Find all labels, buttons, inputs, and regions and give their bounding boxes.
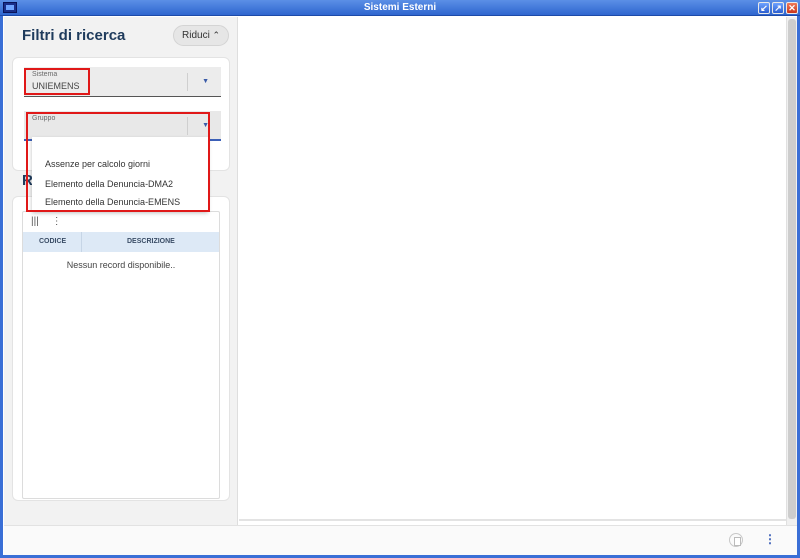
window-title: Sistemi Esterni [363, 2, 437, 13]
collapse-label: Riduci [182, 30, 210, 41]
vertical-scrollbar[interactable] [786, 17, 797, 525]
grid-toolbar: ||| ⋮ [31, 216, 72, 227]
column-header-descrizione[interactable]: DESCRIZIONE [127, 238, 175, 245]
document-icon[interactable] [729, 533, 743, 547]
content-divider [239, 519, 786, 521]
select-separator [187, 73, 188, 91]
highlight-box-gruppo [26, 112, 210, 212]
collapse-button[interactable]: Riduci ⌃ [173, 25, 229, 46]
columns-icon[interactable]: ||| [31, 216, 39, 227]
minimize-icon[interactable]: ↙ [758, 2, 770, 14]
column-divider [81, 232, 82, 252]
more-vert-icon[interactable]: ⋮ [764, 532, 776, 546]
column-header-codice[interactable]: CODICE [39, 238, 66, 245]
footer-bar: ⋮ [4, 525, 797, 555]
close-icon[interactable]: ✕ [786, 2, 798, 14]
main-content-area [239, 17, 786, 519]
results-grid: ||| ⋮ CODICE DESCRIZIONE Nessun record d… [22, 211, 220, 499]
window-title-bar: Sistemi Esterni ↙ ↗ ✕ [0, 0, 800, 16]
scrollbar-thumb[interactable] [788, 19, 796, 519]
more-vert-icon[interactable]: ⋮ [52, 216, 62, 227]
grid-header: CODICE DESCRIZIONE [23, 232, 219, 252]
chevron-up-icon: ⌃ [212, 30, 220, 40]
filters-title: Filtri di ricerca [22, 27, 126, 44]
highlight-box-sistema [24, 68, 90, 95]
empty-message: Nessun record disponibile.. [66, 260, 176, 270]
maximize-icon[interactable]: ↗ [772, 2, 784, 14]
dropdown-arrow-icon[interactable]: ▼ [202, 78, 209, 85]
